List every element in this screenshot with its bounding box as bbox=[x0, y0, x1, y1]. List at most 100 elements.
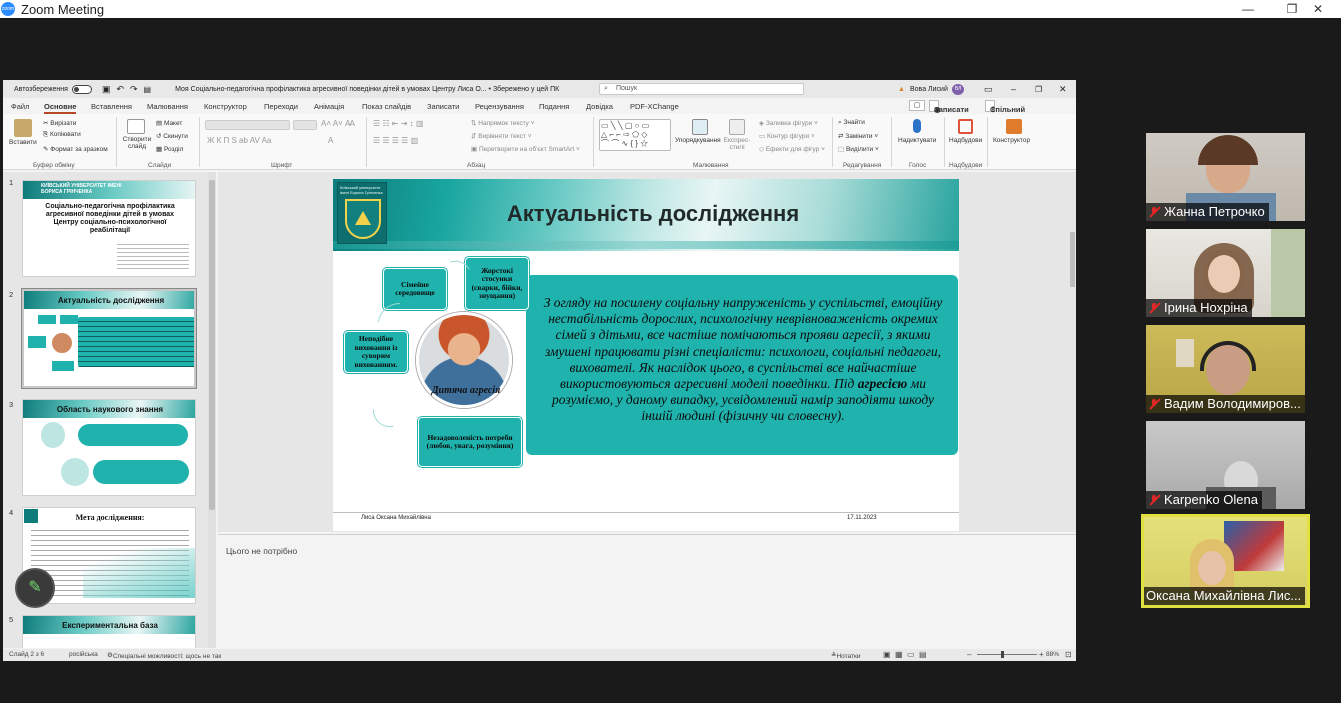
tab-help[interactable]: Довідка bbox=[586, 102, 613, 111]
tab-home[interactable]: Основне bbox=[44, 102, 77, 114]
zoom-in-button[interactable]: + bbox=[1039, 650, 1044, 659]
tab-design[interactable]: Конструктор bbox=[204, 102, 247, 111]
find-button[interactable]: ⌕ Знайти bbox=[838, 119, 865, 127]
smartart-button[interactable]: ▣ Перетворити на об'єкт SmartArt ˅ bbox=[471, 145, 580, 153]
ppt-minimize-button[interactable]: – bbox=[1011, 84, 1016, 94]
quick-styles-icon[interactable] bbox=[729, 119, 745, 135]
zoom-slider-thumb[interactable] bbox=[1001, 651, 1004, 658]
list-icons[interactable]: ☰ ☷ ⇤ ⇥ ↕ ▥ bbox=[373, 119, 423, 128]
align-icons[interactable]: ☰ ☰ ☰ ☰ ▥ bbox=[373, 136, 418, 145]
addins-button[interactable]: Надбудови bbox=[949, 137, 982, 144]
cut-button[interactable]: ✂ Вирізати bbox=[43, 119, 76, 127]
font-family-select[interactable] bbox=[205, 120, 290, 130]
redo-icon[interactable]: ↷ bbox=[130, 84, 138, 95]
layout-button[interactable]: ▤ Макет bbox=[156, 119, 182, 127]
comments-icon[interactable]: ▢ bbox=[909, 100, 925, 111]
participant-tile[interactable]: Ірина Нохріна bbox=[1146, 229, 1305, 317]
tab-animations[interactable]: Анімація bbox=[314, 102, 344, 111]
ppt-maximize-button[interactable]: ❐ bbox=[1035, 85, 1042, 94]
tab-pdfxchange[interactable]: PDF-XChange bbox=[630, 102, 679, 111]
ppt-search-input[interactable]: ⌕ Пошук bbox=[599, 83, 804, 95]
paste-button[interactable]: Вставити bbox=[9, 139, 37, 146]
new-slide-icon[interactable] bbox=[127, 119, 145, 134]
ppt-close-button[interactable]: ✕ bbox=[1059, 84, 1067, 95]
font-style-icons[interactable]: Ж К П S ab AV Aa bbox=[207, 136, 271, 145]
speaker-notes[interactable]: Цього не потрібно bbox=[218, 534, 1076, 648]
view-buttons[interactable]: ▣ ▦ ▭ ▤ bbox=[883, 650, 927, 659]
slide-title[interactable]: Актуальність дослідження bbox=[413, 201, 893, 227]
arrange-button[interactable]: Упорядкування bbox=[675, 137, 721, 144]
participant-tile[interactable]: Karpenko Olena bbox=[1146, 421, 1305, 509]
shape-effects-button[interactable]: ◇ Ефекти для фігур ˅ bbox=[759, 145, 825, 153]
user-name[interactable]: Вова Лисий bbox=[910, 86, 948, 93]
slide-thumbnail-2[interactable]: Актуальність дослідження bbox=[21, 288, 197, 389]
zoom-slider[interactable] bbox=[977, 654, 1037, 655]
record-button[interactable]: ◉ Записати bbox=[929, 100, 969, 114]
ribbon-display-icon[interactable]: ▭ bbox=[984, 84, 993, 95]
present-icon[interactable]: ▤ bbox=[144, 85, 152, 94]
reset-button[interactable]: ↺ Скинути bbox=[156, 132, 188, 140]
current-slide[interactable]: Київський університет імені Бориса Грінч… bbox=[333, 179, 959, 531]
slide-thumbnail-3[interactable]: Область наукового знання bbox=[22, 399, 196, 496]
zoom-out-button[interactable]: – bbox=[967, 650, 971, 659]
font-size-select[interactable] bbox=[293, 120, 317, 130]
select-button[interactable]: ⬚ Виділити ˅ bbox=[838, 145, 879, 153]
participant-tile[interactable]: Вадим Володимиров... bbox=[1146, 325, 1305, 413]
align-text-button[interactable]: ⇵ Вирівняти текст ˅ bbox=[471, 132, 532, 140]
search-placeholder: Пошук bbox=[616, 85, 638, 92]
format-painter-button[interactable]: ✎ Формат за зразком bbox=[43, 145, 108, 153]
shape-fill-button[interactable]: ◈ Заливка фігури ˅ bbox=[759, 119, 818, 127]
accessibility-status[interactable]: ⚙ Спеціальні можливості: щось не так bbox=[107, 651, 221, 660]
designer-icon[interactable] bbox=[1006, 119, 1022, 134]
node-unmet-needs[interactable]: Незадоволеність потреби (любов, увага, р… bbox=[418, 417, 522, 467]
undo-icon[interactable]: ↶ bbox=[116, 84, 124, 95]
paste-icon[interactable] bbox=[14, 119, 32, 137]
tab-review[interactable]: Рецензування bbox=[475, 102, 524, 111]
scroll-thumb[interactable] bbox=[1070, 232, 1075, 287]
fit-to-window-icon[interactable]: ⊡ bbox=[1065, 650, 1072, 659]
thumb-textbox bbox=[78, 317, 194, 367]
tab-slideshow[interactable]: Показ слайдів bbox=[362, 102, 411, 111]
new-slide-button[interactable]: Створити слайд bbox=[121, 136, 153, 150]
autosave-toggle[interactable] bbox=[71, 84, 92, 94]
zoom-level[interactable]: 88% bbox=[1046, 651, 1059, 658]
slide-thumbnail-5[interactable]: Експериментальна база bbox=[22, 615, 196, 648]
tab-view[interactable]: Подання bbox=[539, 102, 569, 111]
section-button[interactable]: ▦ Розділ bbox=[156, 145, 183, 153]
quick-styles-button[interactable]: Експрес-стилі bbox=[721, 137, 753, 151]
participant-tile-active-speaker[interactable]: Оксана Михайлівна Лис... bbox=[1141, 514, 1310, 608]
slide-thumbnails-pane: 1 КИЇВСЬКИЙ УНІВЕРСИТЕТ ІМЕНІ БОРИСА ГРІ… bbox=[3, 172, 216, 648]
share-button[interactable]: ⇪ Спільний доступ bbox=[985, 100, 1025, 123]
save-icon[interactable]: ▣ bbox=[102, 84, 111, 95]
tab-draw[interactable]: Малювання bbox=[147, 102, 188, 111]
tab-file[interactable]: Файл bbox=[11, 102, 29, 111]
language-indicator[interactable]: російська bbox=[69, 651, 98, 658]
participant-tile[interactable]: Жанна Петрочко bbox=[1146, 133, 1305, 221]
notes-button[interactable]: ≙ Нотатки bbox=[831, 651, 860, 660]
close-button[interactable]: ✕ bbox=[1295, 0, 1341, 18]
font-color-icon[interactable]: A bbox=[328, 136, 333, 145]
arrange-icon[interactable] bbox=[692, 119, 708, 135]
tab-insert[interactable]: Вставлення bbox=[91, 102, 132, 111]
slide-thumbnail-1[interactable]: КИЇВСЬКИЙ УНІВЕРСИТЕТ ІМЕНІ БОРИСА ГРІНЧ… bbox=[22, 180, 196, 277]
tab-transitions[interactable]: Переходи bbox=[264, 102, 298, 111]
designer-button[interactable]: Конструктор bbox=[993, 137, 1030, 144]
body-text[interactable]: З огляду на посилену соціальну напружені… bbox=[543, 295, 943, 425]
annotate-pen-icon[interactable]: ✎ bbox=[15, 568, 55, 608]
node-cruel-relations[interactable]: Жорстокі стосунки (сварки, бійки, знущан… bbox=[465, 257, 529, 310]
shape-outline-button[interactable]: ▭ Контур фігури ˅ bbox=[759, 132, 815, 140]
replace-button[interactable]: ⇄ Замінити ˅ bbox=[838, 132, 878, 140]
text-direction-button[interactable]: ⇅ Напрямок тексту ˅ bbox=[471, 119, 535, 127]
shapes-gallery[interactable]: ▭ ╲ ╲ ▢ ○ ▭ △ ⌐ ⌐ ⇨ ⬠ ◇ ⌒ ⌒ ∿ { } ☆ bbox=[599, 119, 671, 151]
tab-record[interactable]: Записати bbox=[427, 102, 459, 111]
copy-button[interactable]: ⎘ Копіювати bbox=[43, 131, 81, 139]
scroll-thumb[interactable] bbox=[209, 180, 215, 510]
minimize-button[interactable]: — bbox=[1225, 0, 1271, 18]
dictate-button[interactable]: Надиктувати bbox=[898, 137, 936, 144]
microphone-icon[interactable] bbox=[913, 119, 921, 133]
font-grow-shrink-icons[interactable]: A˄ A˅ Ꜳ bbox=[321, 119, 355, 128]
thumbnails-scrollbar[interactable] bbox=[208, 172, 216, 648]
slide-scrollbar[interactable] bbox=[1069, 172, 1076, 532]
user-avatar[interactable]: ВЛ bbox=[952, 84, 964, 95]
addins-icon[interactable] bbox=[958, 119, 973, 134]
